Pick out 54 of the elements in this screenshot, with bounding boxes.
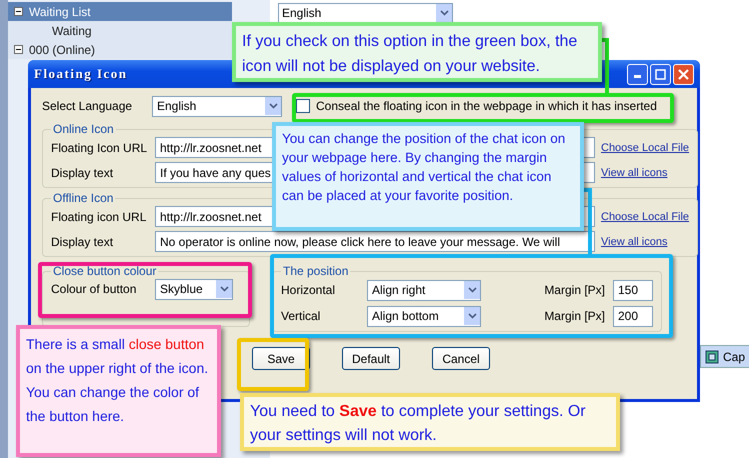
- minus-icon[interactable]: [14, 7, 23, 16]
- caret-icon: [464, 281, 480, 299]
- field-label: Colour of button: [51, 282, 138, 296]
- dialog-button[interactable]: Default: [342, 347, 400, 370]
- tree-item[interactable]: 000 (Online): [8, 40, 232, 59]
- window-title: Floating Icon: [34, 66, 128, 82]
- tree-item[interactable]: Waiting List: [8, 2, 232, 21]
- caret-icon: [464, 307, 480, 325]
- display-text-field[interactable]: No operator is online now, please click here to leave your message. We will: [155, 231, 595, 252]
- group-title: Online Icon: [52, 122, 115, 136]
- alignment-select[interactable]: Align bottom: [367, 306, 481, 326]
- window-icon: [705, 350, 719, 364]
- field-label: Horizontal: [281, 283, 336, 297]
- connector-line: [602, 38, 609, 93]
- group-title: The position: [282, 264, 350, 278]
- view-icons-link[interactable]: View all icons: [601, 166, 668, 178]
- dialog-button[interactable]: Save: [252, 347, 310, 370]
- caret-icon: [436, 4, 452, 22]
- field-label: Select Language: [42, 99, 134, 113]
- minus-icon[interactable]: [14, 45, 23, 54]
- choose-file-link[interactable]: Choose Local File: [601, 210, 690, 222]
- group-title: Close button colour: [52, 264, 158, 278]
- choose-file-link[interactable]: Choose Local File: [601, 142, 690, 154]
- annotation-tooltip: You need to Save to complete your settings. Or your settings will not work.: [240, 393, 620, 451]
- annotation-tooltip: If you check on this option in the green box, the icon will not be displayed on your website.: [232, 22, 602, 82]
- language-select[interactable]: English: [152, 96, 282, 116]
- margin-field[interactable]: 200: [613, 306, 653, 326]
- group-title: Offline Icon: [52, 191, 114, 205]
- checkbox[interactable]: [296, 99, 310, 113]
- field-label: Margin [Px]: [543, 283, 605, 297]
- maximize-button[interactable]: [650, 64, 671, 84]
- field-label: Display text: [51, 166, 114, 180]
- field-label: Floating Icon URL: [51, 140, 148, 154]
- view-icons-link[interactable]: View all icons: [601, 236, 668, 248]
- field-label: Vertical: [281, 309, 322, 323]
- tree-item[interactable]: Waiting: [8, 21, 232, 40]
- margin-field[interactable]: 150: [613, 280, 653, 300]
- checkbox-label: Conseal the floating icon in the webpage in which it has inserted: [316, 99, 657, 113]
- field-label: Margin [Px]: [543, 309, 605, 323]
- maximize-icon: [655, 68, 666, 80]
- colour-select[interactable]: Skyblue: [155, 278, 233, 300]
- annotation-tooltip: You can change the position of the chat icon on your webpage here. By changing the margin values of horizontal and vertical the chat icon can be placed at your favorite position.: [272, 122, 584, 231]
- caret-icon: [265, 97, 281, 115]
- dialog-button[interactable]: Cancel: [432, 347, 490, 370]
- field-label: Display text: [51, 234, 114, 248]
- annotation-tooltip: There is a small close button on the upper right of the icon. You can change the color of the button here.: [16, 325, 221, 457]
- field-label: Floating icon URL: [51, 210, 148, 224]
- close-button[interactable]: [673, 64, 694, 84]
- connector-line: [584, 188, 592, 254]
- close-icon: [678, 68, 689, 80]
- caret-icon: [216, 280, 232, 298]
- minimize-button[interactable]: [627, 64, 648, 84]
- alignment-select[interactable]: Align right: [367, 280, 481, 300]
- capture-button[interactable]: Cap: [700, 345, 749, 368]
